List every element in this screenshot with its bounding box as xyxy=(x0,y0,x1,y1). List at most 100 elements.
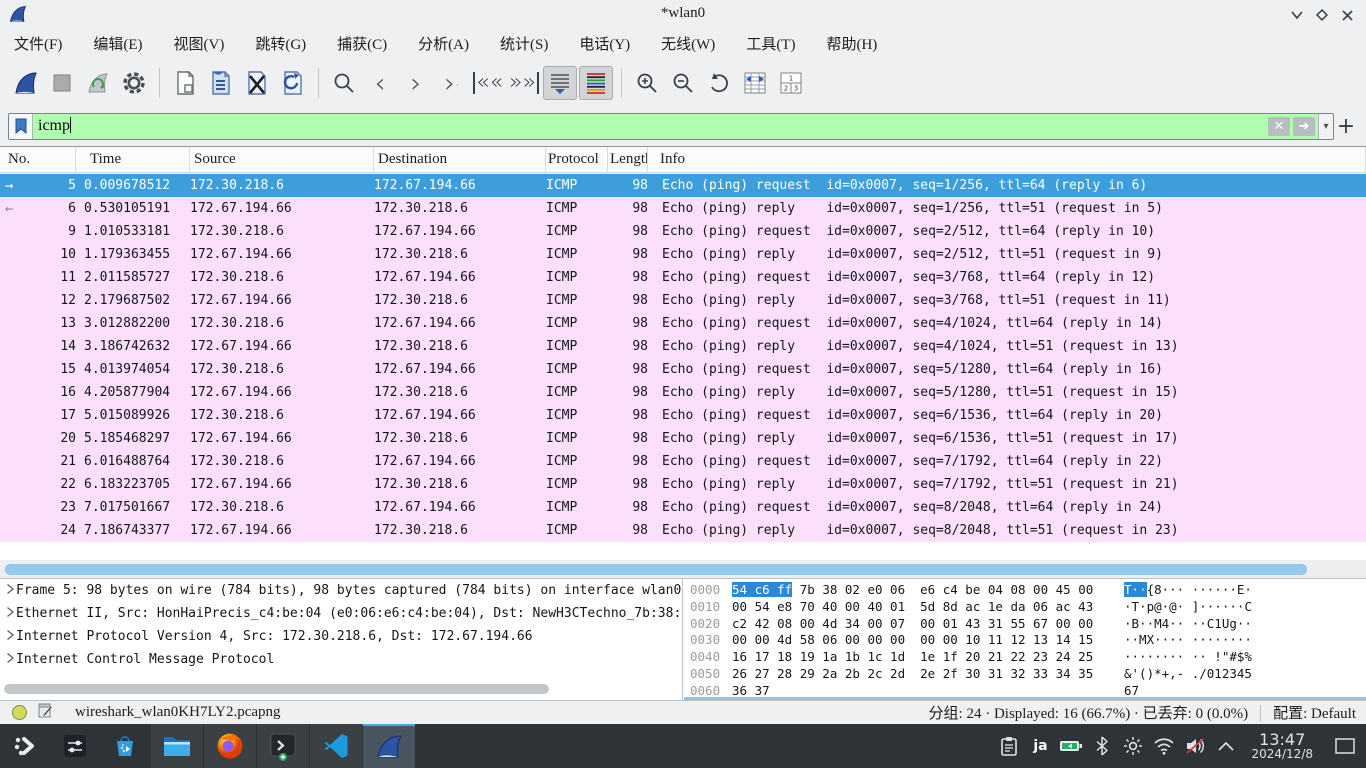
filter-dropdown-caret[interactable]: ▾ xyxy=(1318,114,1333,139)
packet-row-22[interactable]: 226.183223705172.67.194.66172.30.218.6IC… xyxy=(0,473,1366,496)
find-packet-icon[interactable] xyxy=(327,66,361,100)
app-launcher-button[interactable] xyxy=(0,724,50,768)
column-header-info[interactable]: Info xyxy=(648,147,1366,172)
zoom-in-icon[interactable] xyxy=(630,66,664,100)
detail-row-2[interactable]: Internet Protocol Version 4, Src: 172.30… xyxy=(0,625,682,648)
filter-add-button[interactable]: + xyxy=(1334,114,1358,139)
expand-chevron-icon[interactable] xyxy=(0,606,16,622)
save-file-icon[interactable] xyxy=(204,66,238,100)
capture-comment-icon[interactable] xyxy=(37,702,53,723)
zoom-out-icon[interactable] xyxy=(666,66,700,100)
menu-item-0[interactable]: 文件(F) xyxy=(12,31,64,56)
column-header-source[interactable]: Source xyxy=(190,147,374,172)
menu-item-6[interactable]: 统计(S) xyxy=(498,31,550,56)
column-header-protocol[interactable]: Protocol xyxy=(546,147,608,172)
next-packet-icon[interactable]: › xyxy=(399,66,433,100)
display-filter-input[interactable]: icmp ✕ ➜ ▾ xyxy=(8,113,1334,140)
reload-file-icon[interactable] xyxy=(276,66,310,100)
packet-row-24[interactable]: 247.186743377172.67.194.66172.30.218.6IC… xyxy=(0,519,1366,542)
auto-scroll-toggle[interactable] xyxy=(543,66,577,100)
wifi-icon[interactable] xyxy=(1152,734,1176,758)
menu-item-9[interactable]: 工具(T) xyxy=(744,31,797,56)
column-header-no[interactable]: No. xyxy=(0,147,76,172)
column-header-length[interactable]: Length xyxy=(608,147,648,172)
profile-selector[interactable]: 配置: Default xyxy=(1273,702,1356,723)
filter-bookmark-icon[interactable] xyxy=(9,114,33,139)
minimize-button[interactable] xyxy=(1286,6,1308,24)
menu-item-2[interactable]: 视图(V) xyxy=(172,31,227,56)
packet-row-16[interactable]: 164.205877904172.67.194.66172.30.218.6IC… xyxy=(0,381,1366,404)
packet-row-13[interactable]: 133.012882200172.30.218.6172.67.194.66IC… xyxy=(0,312,1366,335)
packet-list-hscrollbar[interactable] xyxy=(0,560,1366,578)
hex-row-0030[interactable]: 003000 00 4d 58 06 00 00 00 00 00 10 11 … xyxy=(690,632,1366,649)
packet-row-11[interactable]: 112.011585727172.30.218.6172.67.194.66IC… xyxy=(0,266,1366,289)
menu-item-3[interactable]: 跳转(G) xyxy=(253,31,308,56)
filter-value[interactable]: icmp xyxy=(33,117,1268,135)
prev-packet-icon[interactable]: ‹ xyxy=(363,66,397,100)
volume-muted-icon[interactable] xyxy=(1183,734,1207,758)
capture-options-icon[interactable] xyxy=(117,66,151,100)
battery-icon[interactable] xyxy=(1059,734,1083,758)
column-header-destination[interactable]: Destination xyxy=(374,147,546,172)
hex-row-0000[interactable]: 000054 c6 ff 7b 38 02 e0 06 e6 c4 be 04 … xyxy=(690,582,1366,599)
detail-row-3[interactable]: Internet Control Message Protocol xyxy=(0,648,682,671)
packet-row-15[interactable]: 154.013974054172.30.218.6172.67.194.66IC… xyxy=(0,358,1366,381)
packet-row-10[interactable]: 101.179363455172.67.194.66172.30.218.6IC… xyxy=(0,243,1366,266)
packet-list-hscrollbar-thumb[interactable] xyxy=(5,564,1307,575)
hex-row-0050[interactable]: 005026 27 28 29 2a 2b 2c 2d 2e 2f 30 31 … xyxy=(690,666,1366,683)
detail-row-1[interactable]: Ethernet II, Src: HonHaiPrecis_c4:be:04 … xyxy=(0,602,682,625)
packet-row-17[interactable]: 175.015089926172.30.218.6172.67.194.66IC… xyxy=(0,404,1366,427)
clipboard-icon[interactable] xyxy=(997,734,1021,758)
capture-file-name[interactable]: wireshark_wlan0KH7LY2.pcapng xyxy=(75,704,281,721)
menu-item-1[interactable]: 编辑(E) xyxy=(91,31,144,56)
clock[interactable]: 13:47 2024/12/8 xyxy=(1251,731,1313,762)
start-capture-icon[interactable] xyxy=(9,66,43,100)
expand-chevron-icon[interactable] xyxy=(0,629,16,645)
packet-row-21[interactable]: 216.016488764172.30.218.6172.67.194.66IC… xyxy=(0,450,1366,473)
first-packet-icon[interactable]: «« xyxy=(471,66,505,100)
brightness-icon[interactable] xyxy=(1121,734,1145,758)
terminal-task[interactable] xyxy=(256,724,309,768)
packet-row-5[interactable]: →50.009678512172.30.218.6172.67.194.66IC… xyxy=(0,174,1366,197)
packet-row-14[interactable]: 143.186742632172.67.194.66172.30.218.6IC… xyxy=(0,335,1366,358)
detail-row-0[interactable]: Frame 5: 98 bytes on wire (784 bits), 98… xyxy=(0,579,682,602)
last-packet-icon[interactable]: »» xyxy=(507,66,541,100)
close-button[interactable] xyxy=(1336,6,1358,24)
firefox-task[interactable] xyxy=(203,724,256,768)
restart-capture-icon[interactable] xyxy=(81,66,115,100)
details-hscrollbar-thumb[interactable] xyxy=(4,684,549,694)
bluetooth-icon[interactable] xyxy=(1090,734,1114,758)
packet-row-23[interactable]: 237.017501667172.30.218.6172.67.194.66IC… xyxy=(0,496,1366,519)
resize-columns-icon[interactable] xyxy=(738,66,772,100)
packet-row-6[interactable]: ←60.530105191172.67.194.66172.30.218.6IC… xyxy=(0,197,1366,220)
tray-expander-icon[interactable] xyxy=(1214,734,1238,758)
wireshark-task[interactable] xyxy=(362,724,415,768)
packet-row-9[interactable]: 91.010533181172.30.218.6172.67.194.66ICM… xyxy=(0,220,1366,243)
packet-row-12[interactable]: 122.179687502172.67.194.66172.30.218.6IC… xyxy=(0,289,1366,312)
zoom-reset-icon[interactable] xyxy=(702,66,736,100)
hex-row-0010[interactable]: 001000 54 e8 70 40 00 40 01 5d 8d ac 1e … xyxy=(690,599,1366,616)
menu-item-7[interactable]: 电话(Y) xyxy=(577,31,632,56)
show-desktop-button[interactable] xyxy=(1332,731,1358,761)
vscode-task[interactable] xyxy=(309,724,362,768)
keyboard-layout-indicator[interactable]: ja xyxy=(1028,734,1052,758)
layout-icon[interactable]: 123 xyxy=(774,66,808,100)
colorize-toggle[interactable] xyxy=(579,66,613,100)
filter-apply-button[interactable]: ➜ xyxy=(1293,117,1315,136)
maximize-button[interactable] xyxy=(1311,6,1333,24)
menu-item-5[interactable]: 分析(A) xyxy=(416,31,471,56)
menu-item-4[interactable]: 捕获(C) xyxy=(335,31,389,56)
stop-capture-icon[interactable] xyxy=(45,66,79,100)
close-file-icon[interactable] xyxy=(240,66,274,100)
open-file-icon[interactable] xyxy=(168,66,202,100)
packet-row-20[interactable]: 205.185468297172.67.194.66172.30.218.6IC… xyxy=(0,427,1366,450)
filter-clear-button[interactable]: ✕ xyxy=(1268,117,1290,136)
expand-chevron-icon[interactable] xyxy=(0,652,16,668)
menu-item-8[interactable]: 无线(W) xyxy=(659,31,717,56)
expand-chevron-icon[interactable] xyxy=(0,583,16,599)
expert-info-icon[interactable] xyxy=(12,705,27,720)
discover-button[interactable] xyxy=(100,724,150,768)
menu-item-10[interactable]: 帮助(H) xyxy=(824,31,879,56)
hex-row-0020[interactable]: 0020c2 42 08 00 4d 34 00 07 00 01 43 31 … xyxy=(690,616,1366,633)
file-manager-task[interactable] xyxy=(150,724,203,768)
